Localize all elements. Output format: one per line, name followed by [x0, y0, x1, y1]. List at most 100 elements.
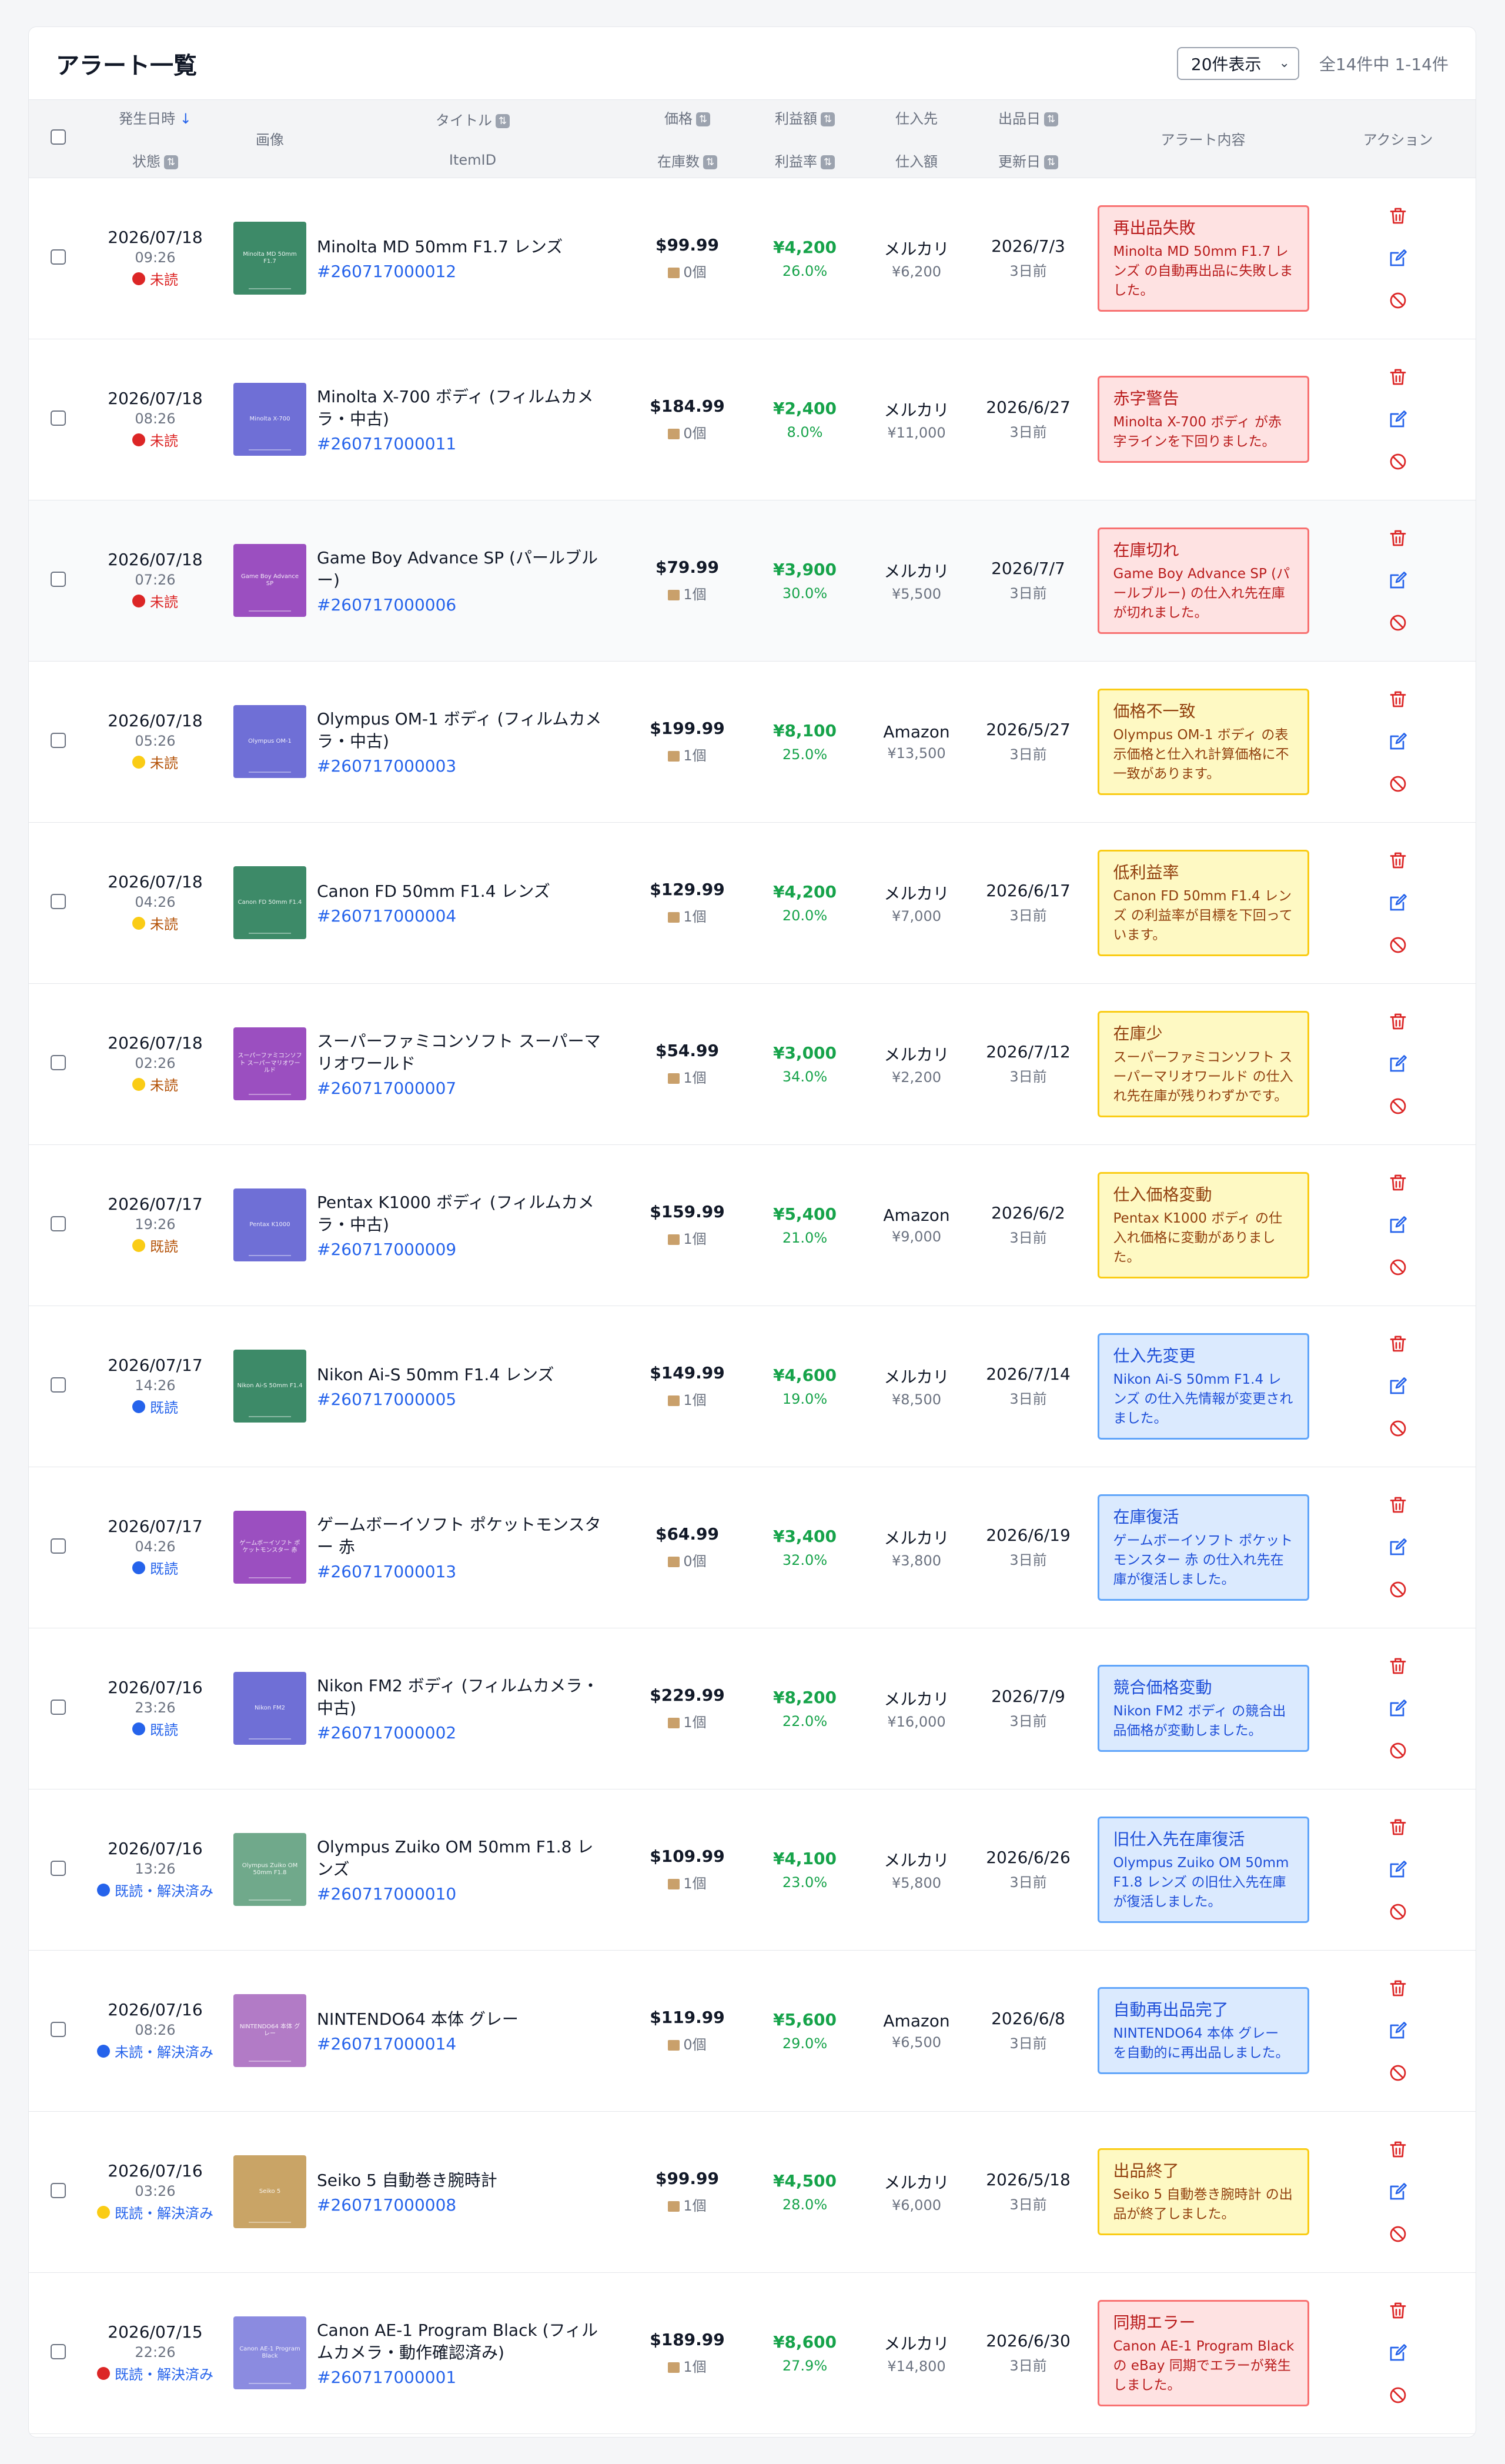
product-thumbnail[interactable]: Canon AE-1 Program Black: [233, 2316, 306, 2389]
row-checkbox[interactable]: [51, 2183, 66, 2198]
product-thumbnail[interactable]: Seiko 5: [233, 2155, 306, 2228]
edit-icon[interactable]: [1387, 2181, 1409, 2202]
block-icon[interactable]: [1387, 1418, 1409, 1439]
row-checkbox[interactable]: [51, 733, 66, 748]
row-checkbox[interactable]: [51, 1861, 66, 1876]
product-thumbnail[interactable]: スーパーファミコンソフト スーパーマリオワールド: [233, 1027, 306, 1100]
block-icon[interactable]: [1387, 1257, 1409, 1278]
trash-icon[interactable]: [1387, 1494, 1409, 1515]
header-status[interactable]: 状態 ⇅: [132, 150, 178, 171]
header-updated[interactable]: 更新日 ⇅: [998, 150, 1058, 171]
row-checkbox[interactable]: [51, 249, 66, 265]
product-thumbnail[interactable]: ゲームボーイソフト ポケットモンスター 赤: [233, 1511, 306, 1584]
per-page-select[interactable]: 20件表示 ⌄: [1176, 46, 1299, 80]
row-checkbox[interactable]: [51, 1538, 66, 1554]
edit-icon[interactable]: [1387, 1214, 1409, 1236]
block-icon[interactable]: [1387, 1901, 1409, 1922]
row-checkbox[interactable]: [51, 2022, 66, 2037]
trash-icon[interactable]: [1387, 2300, 1409, 2321]
item-id-link[interactable]: #260717000001: [317, 2368, 605, 2387]
product-title: Pentax K1000 ボディ (フィルムカメラ・中古): [317, 1192, 594, 1234]
trash-icon[interactable]: [1387, 1817, 1409, 1838]
header-stock[interactable]: 在庫数 ⇅: [657, 150, 717, 171]
block-icon[interactable]: [1387, 1579, 1409, 1600]
header-occurred[interactable]: 発生日時 ↓: [119, 107, 192, 128]
row-checkbox[interactable]: [51, 1700, 66, 1715]
listed-date: 2026/6/30: [986, 2331, 1071, 2351]
item-id-link[interactable]: #260717000012: [317, 262, 605, 281]
product-thumbnail[interactable]: Olympus Zuiko OM 50mm F1.8: [233, 1833, 306, 1906]
row-checkbox[interactable]: [51, 572, 66, 587]
listed-date: 2026/6/26: [986, 1848, 1071, 1867]
edit-icon[interactable]: [1387, 1698, 1409, 1719]
item-id-link[interactable]: #260717000008: [317, 2195, 605, 2215]
row-checkbox[interactable]: [51, 2344, 66, 2359]
edit-icon[interactable]: [1387, 731, 1409, 752]
edit-icon[interactable]: [1387, 2020, 1409, 2041]
item-id-link[interactable]: #260717000002: [317, 1723, 605, 1742]
edit-icon[interactable]: [1387, 1859, 1409, 1880]
row-checkbox[interactable]: [51, 1055, 66, 1070]
header-price[interactable]: 価格 ⇅: [664, 107, 710, 128]
header-listed[interactable]: 出品日 ⇅: [998, 107, 1058, 128]
row-checkbox[interactable]: [51, 1377, 66, 1393]
trash-icon[interactable]: [1387, 366, 1409, 388]
product-thumbnail[interactable]: Game Boy Advance SP: [233, 544, 306, 617]
block-icon[interactable]: [1387, 612, 1409, 633]
block-icon[interactable]: [1387, 1096, 1409, 1117]
product-thumbnail[interactable]: Minolta MD 50mm F1.7: [233, 222, 306, 295]
product-thumbnail[interactable]: NINTENDO64 本体 グレー: [233, 1994, 306, 2067]
block-icon[interactable]: [1387, 1740, 1409, 1761]
row-checkbox[interactable]: [51, 410, 66, 426]
block-icon[interactable]: [1387, 2062, 1409, 2084]
trash-icon[interactable]: [1387, 1655, 1409, 1677]
trash-icon[interactable]: [1387, 1978, 1409, 1999]
header-title[interactable]: タイトル ⇅: [436, 109, 510, 129]
item-id-link[interactable]: #260717000007: [317, 1079, 605, 1098]
product-thumbnail[interactable]: Nikon FM2: [233, 1672, 306, 1745]
block-icon[interactable]: [1387, 773, 1409, 794]
product-thumbnail[interactable]: Canon FD 50mm F1.4: [233, 866, 306, 939]
block-icon[interactable]: [1387, 2385, 1409, 2406]
item-id-link[interactable]: #260717000006: [317, 595, 605, 615]
item-id-link[interactable]: #260717000014: [317, 2034, 605, 2054]
product-thumbnail[interactable]: Minolta X-700: [233, 383, 306, 456]
block-icon[interactable]: [1387, 290, 1409, 311]
alert-title: 仕入先変更: [1113, 1345, 1196, 1365]
item-id-link[interactable]: #260717000005: [317, 1390, 605, 1409]
edit-icon[interactable]: [1387, 409, 1409, 430]
trash-icon[interactable]: [1387, 850, 1409, 871]
trash-icon[interactable]: [1387, 1333, 1409, 1354]
row-checkbox[interactable]: [51, 894, 66, 909]
header-profit[interactable]: 利益額 ⇅: [775, 107, 835, 128]
item-id-link[interactable]: #260717000011: [317, 434, 605, 453]
item-id-link[interactable]: #260717000004: [317, 906, 605, 926]
row-checkbox[interactable]: [51, 1216, 66, 1231]
edit-icon[interactable]: [1387, 1053, 1409, 1074]
item-id-link[interactable]: #260717000009: [317, 1240, 605, 1259]
edit-icon[interactable]: [1387, 892, 1409, 913]
trash-icon[interactable]: [1387, 1011, 1409, 1032]
header-rate[interactable]: 利益率 ⇅: [775, 150, 835, 171]
edit-icon[interactable]: [1387, 1537, 1409, 1558]
item-id-link[interactable]: #260717000010: [317, 1884, 605, 1904]
item-id-link[interactable]: #260717000013: [317, 1562, 605, 1581]
edit-icon[interactable]: [1387, 570, 1409, 591]
block-icon[interactable]: [1387, 934, 1409, 956]
edit-icon[interactable]: [1387, 2342, 1409, 2363]
block-icon[interactable]: [1387, 2223, 1409, 2245]
select-all-checkbox[interactable]: [51, 129, 66, 145]
trash-icon[interactable]: [1387, 689, 1409, 710]
edit-icon[interactable]: [1387, 1375, 1409, 1397]
trash-icon[interactable]: [1387, 1172, 1409, 1193]
trash-icon[interactable]: [1387, 205, 1409, 226]
block-icon[interactable]: [1387, 451, 1409, 472]
trash-icon[interactable]: [1387, 527, 1409, 549]
product-thumbnail[interactable]: Nikon Ai-S 50mm F1.4: [233, 1350, 306, 1423]
alert-body: Seiko 5 自動巻き腕時計 の出品が終了しました。: [1113, 2187, 1293, 2222]
product-thumbnail[interactable]: Pentax K1000: [233, 1188, 306, 1261]
item-id-link[interactable]: #260717000003: [317, 756, 605, 776]
trash-icon[interactable]: [1387, 2139, 1409, 2160]
product-thumbnail[interactable]: Olympus OM-1: [233, 705, 306, 778]
edit-icon[interactable]: [1387, 248, 1409, 269]
